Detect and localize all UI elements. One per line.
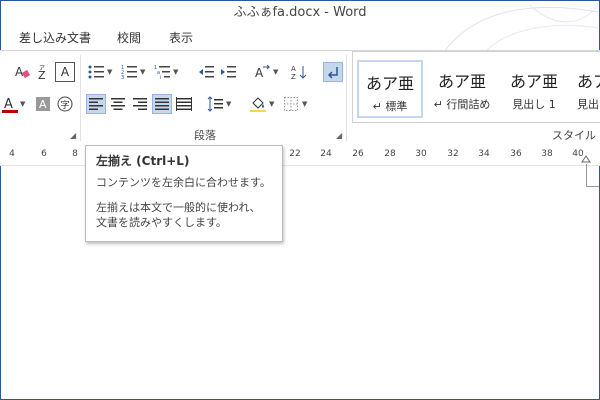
svg-text:A: A [15,65,24,79]
align-center-icon [111,98,125,110]
svg-text:Z: Z [38,69,46,80]
svg-text:Z: Z [291,73,296,80]
shading-dropdown-icon[interactable]: ▼ [269,100,274,108]
tooltip-detail-line: 文書を読みやすくします。 [96,216,227,229]
align-right-button[interactable] [130,94,150,114]
ruler-tick: 36 [510,149,522,159]
ruler-tick: 34 [478,149,490,159]
numbering-dropdown-icon[interactable]: ▼ [140,68,145,76]
paint-bucket-icon [250,97,266,112]
ruler-tick: 30 [415,149,427,159]
line-spacing-button[interactable] [205,94,225,114]
svg-text:A: A [4,97,13,112]
justify-button[interactable] [152,94,172,114]
style-heading-2[interactable]: あア亜 見出 [573,60,600,118]
clear-formatting-button[interactable]: A [12,62,32,82]
character-shading-button[interactable]: A [33,94,53,114]
align-left-tooltip: 左揃え (Ctrl+L) コンテンツを左余白に合わせます。 左揃えは本文で一般的… [85,145,283,242]
page-corner-marker [586,164,599,187]
ribbon-tabs: 差し込み文書 校閲 表示 [0,26,600,50]
tab-view[interactable]: 表示 [169,26,193,50]
character-border-icon: A [60,65,70,79]
svg-text:字: 字 [61,99,70,111]
bullets-dropdown-icon[interactable]: ▼ [107,68,112,76]
ruler-tick: 26 [352,149,364,159]
ruler-tick: 32 [447,149,459,159]
multilevel-list-icon: 1ai [154,65,170,80]
borders-icon [284,97,298,111]
svg-text:i: i [160,75,161,80]
distributed-button[interactable] [174,94,194,114]
asian-layout-icon: A [255,64,270,80]
svg-text:A: A [291,65,296,73]
multilevel-list-button[interactable]: 1ai [152,62,172,82]
align-right-icon [133,98,147,110]
tooltip-description: コンテンツを左余白に合わせます。 [96,176,271,189]
increase-indent-button[interactable] [218,62,238,82]
tab-review[interactable]: 校閲 [117,26,141,50]
enclose-characters-button[interactable]: 字 [55,94,75,114]
align-left-icon [89,98,103,110]
line-spacing-dropdown-icon[interactable]: ▼ [226,100,231,108]
svg-text:3: 3 [121,75,124,80]
character-shading-icon: A [36,97,50,111]
bullets-button[interactable] [86,62,106,82]
borders-dropdown-icon[interactable]: ▼ [302,100,307,108]
ruler-tick: 8 [72,149,78,159]
multilevel-dropdown-icon[interactable]: ▼ [173,68,178,76]
decrease-indent-icon [199,66,214,78]
shading-button[interactable] [248,94,268,114]
font-color-button[interactable]: A [0,94,20,114]
svg-text:A: A [255,66,264,80]
numbering-button[interactable]: 123 [119,62,139,82]
eraser-icon: A [15,65,30,79]
styles-group-label: スタイル [552,129,596,142]
distributed-icon [176,97,192,111]
line-spacing-icon [207,96,223,112]
right-indent-marker-icon[interactable] [581,155,591,163]
increase-indent-icon [221,66,236,78]
ruler-tick: 38 [541,149,553,159]
svg-text:A: A [39,98,47,111]
bullets-icon [88,65,104,79]
tooltip-detail-line: 左揃えは本文で一般的に使われ、 [96,201,261,214]
text-direction-button[interactable]: A [252,62,272,82]
style-no-spacing[interactable]: あア亜 ↵ 行間詰め [429,60,495,118]
style-heading-1[interactable]: あア亜 見出し 1 [501,60,567,118]
decrease-indent-button[interactable] [196,62,216,82]
numbering-icon: 123 [121,65,137,80]
ruler-tick: 4 [9,149,15,159]
justify-icon [155,98,169,110]
paragraph-group-label: 段落 [194,129,216,142]
character-border-button[interactable]: A [55,62,75,82]
ruler-tick: 6 [41,149,47,159]
align-left-button[interactable] [86,94,106,114]
align-center-button[interactable] [108,94,128,114]
tab-mailings[interactable]: 差し込み文書 [19,26,91,50]
style-normal[interactable]: あア亜 ↵ 標準 [357,60,423,118]
ruler-tick: 28 [384,149,396,159]
ruler-tick: 22 [289,149,301,159]
font-color-icon: A [2,97,18,113]
sort-icon: AZ [291,65,307,80]
font-dialog-launcher-icon[interactable]: ◢ [70,131,76,140]
ribbon: A アZ A A ▼ A 字 ▼ 123 ▼ 1ai ▼ A ▼ AZ ▼ ▼ … [0,50,600,145]
phonetic-guide-icon: アZ [38,65,46,80]
phonetic-guide-button[interactable]: アZ [33,62,53,82]
styles-gallery: あア亜 ↵ 標準 あア亜 ↵ 行間詰め あア亜 見出し 1 あア亜 見出 [352,51,600,123]
show-formatting-marks-button[interactable] [323,62,343,82]
paragraph-dialog-launcher-icon[interactable]: ◢ [336,131,342,140]
text-direction-dropdown-icon[interactable]: ▼ [273,68,278,76]
font-color-dropdown-icon[interactable]: ▼ [20,100,25,108]
ruler-tick: 24 [320,149,332,159]
enclose-characters-icon: 字 [57,96,73,112]
tooltip-title: 左揃え (Ctrl+L) [96,154,190,168]
paragraph-mark-icon [327,67,338,79]
borders-button[interactable] [281,94,301,114]
sort-button[interactable]: AZ [289,62,309,82]
